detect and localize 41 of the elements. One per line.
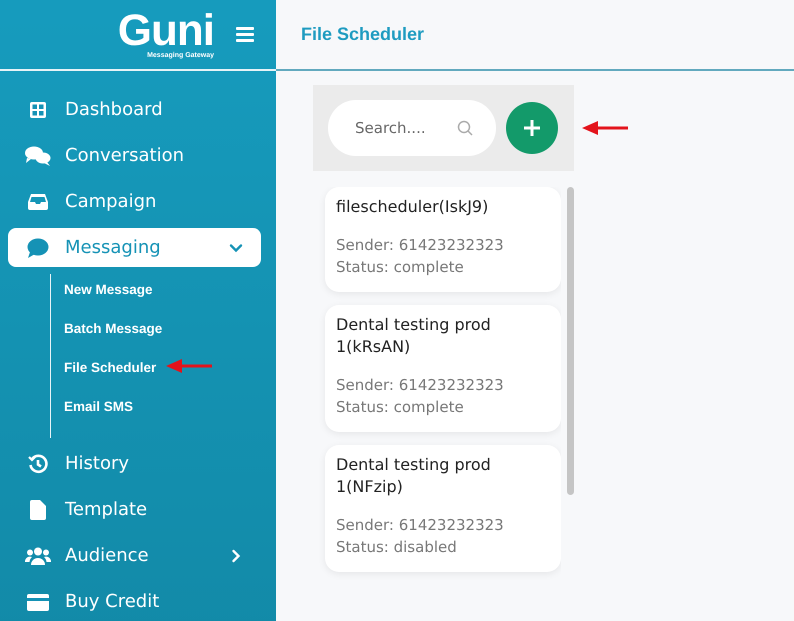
submenu-item[interactable]: Email SMS bbox=[64, 399, 134, 414]
submenu-item[interactable]: New Message bbox=[64, 282, 153, 297]
chat-bubbles-icon bbox=[25, 146, 51, 166]
nav-item[interactable]: Audience bbox=[8, 536, 261, 575]
schedule-card[interactable]: filescheduler(IskJ9) Sender: 61423232323 Status: complete bbox=[325, 187, 561, 292]
page-title: File Scheduler bbox=[301, 24, 424, 45]
schedule-title: Dental testing prod 1(kRsAN) bbox=[336, 314, 492, 358]
schedule-card[interactable]: Dental testing prod 1(kRsAN) Sender: 61423232323 Status: complete bbox=[325, 305, 561, 432]
schedule-sender: Sender: 61423232323 bbox=[336, 235, 505, 256]
schedule-sender: Sender: 61423232323 bbox=[336, 375, 505, 396]
users-group-icon bbox=[25, 546, 51, 564]
inbox-tray-icon bbox=[28, 193, 48, 210]
schedule-title: Dental testing prod 1(NFzip) bbox=[336, 454, 492, 498]
add-button[interactable] bbox=[506, 102, 558, 154]
schedule-status: Status: disabled bbox=[336, 537, 458, 558]
nav-item[interactable]: Template bbox=[8, 490, 261, 529]
schedule-status: Status: complete bbox=[336, 257, 465, 278]
plus-icon bbox=[524, 120, 540, 136]
search-icon bbox=[457, 120, 473, 136]
nav-item[interactable]: Conversation bbox=[8, 136, 261, 175]
history-icon bbox=[28, 454, 48, 474]
dashboard-grid-icon bbox=[29, 100, 47, 118]
schedule-title: filescheduler(IskJ9) bbox=[336, 196, 490, 218]
nav-item[interactable]: History bbox=[8, 444, 261, 483]
schedule-card[interactable]: Dental testing prod 1(NFzip) Sender: 61423232323 Status: disabled bbox=[325, 445, 561, 572]
menu-icon[interactable] bbox=[236, 27, 254, 42]
credit-card-icon bbox=[27, 592, 49, 610]
nav-item[interactable]: Buy Credit bbox=[8, 582, 261, 621]
submenu-item[interactable]: Batch Message bbox=[64, 321, 162, 336]
document-icon bbox=[30, 500, 46, 520]
schedule-sender: Sender: 61423232323 bbox=[336, 515, 505, 536]
sms-bubble-icon bbox=[27, 238, 49, 258]
nav-item[interactable]: Messaging bbox=[8, 228, 261, 267]
submenu-item[interactable]: File Scheduler bbox=[64, 360, 156, 375]
scrollbar[interactable] bbox=[567, 187, 574, 495]
search-field[interactable]: Search.... bbox=[353, 118, 457, 138]
arrow-annotation-icon bbox=[166, 358, 212, 374]
arrow-annotation-icon bbox=[582, 120, 628, 136]
nav-item[interactable]: Dashboard bbox=[8, 90, 261, 129]
schedule-status: Status: complete bbox=[336, 397, 465, 418]
nav-item[interactable]: Campaign bbox=[8, 182, 261, 221]
